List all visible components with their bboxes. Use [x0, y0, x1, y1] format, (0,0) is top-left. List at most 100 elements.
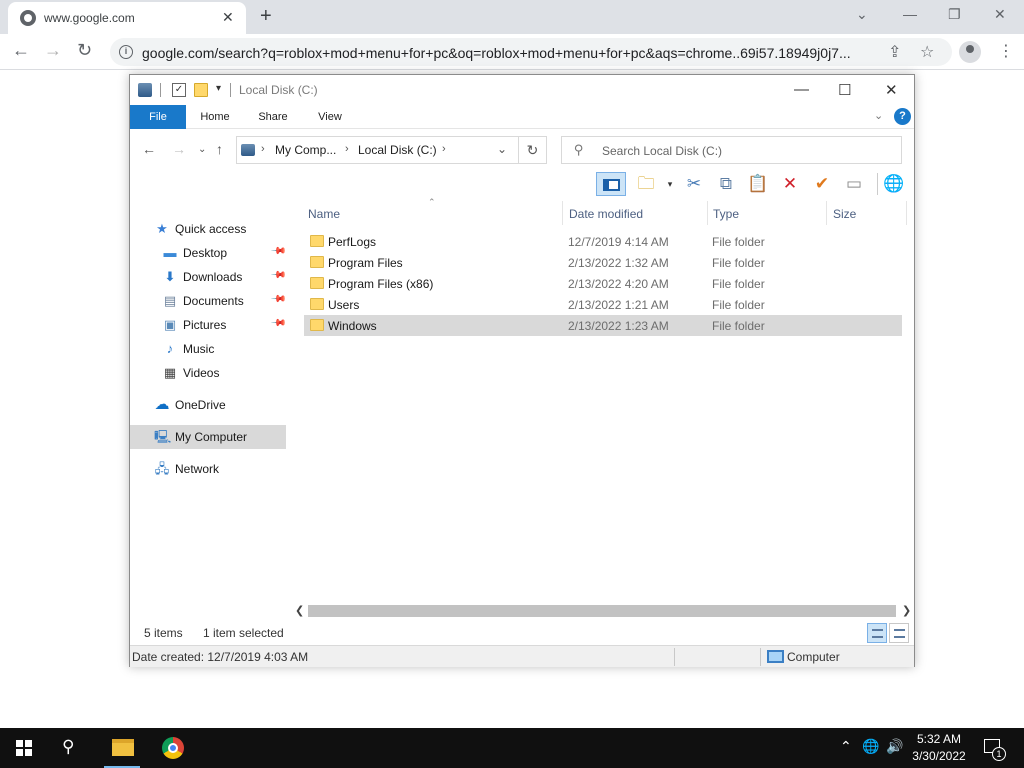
share-icon[interactable]: ⇪ — [888, 42, 901, 62]
column-type[interactable]: Type — [713, 207, 739, 221]
tab-share[interactable]: Share — [248, 105, 298, 129]
address-dropdown-icon[interactable]: ⌄ — [497, 142, 507, 156]
recent-locations-chevron-icon[interactable]: ⌄ — [198, 144, 206, 155]
pane-icon — [603, 179, 620, 191]
forward-arrow-icon[interactable]: → — [44, 40, 62, 61]
nav-my-computer[interactable]: 🖳 My Computer — [130, 425, 286, 449]
nav-label: Pictures — [183, 318, 227, 332]
column-name[interactable]: Name — [308, 207, 340, 221]
expand-ribbon-chevron-icon[interactable]: ⌄ — [874, 109, 883, 122]
nav-documents[interactable]: ▤ Documents 📌 — [130, 289, 287, 313]
checkmark-icon[interactable]: ✔ — [810, 172, 834, 196]
nav-onedrive[interactable]: ☁ OneDrive — [130, 393, 286, 417]
nav-network[interactable]: 🖧 Network — [130, 457, 286, 481]
divider[interactable] — [906, 201, 907, 225]
divider[interactable] — [707, 201, 708, 225]
nav-downloads[interactable]: ⬇ Downloads 📌 — [130, 265, 287, 289]
breadcrumb-my-computer[interactable]: My Comp... — [275, 143, 336, 157]
reload-icon[interactable]: ↻ — [77, 40, 92, 61]
file-name: Program Files — [328, 256, 403, 270]
folder-icon — [310, 298, 324, 310]
cut-icon[interactable]: ✂ — [682, 172, 706, 196]
file-explorer-taskbar-button[interactable] — [100, 728, 144, 768]
table-row[interactable]: Program Files 2/13/2022 1:32 AM File fol… — [304, 252, 902, 273]
table-row[interactable]: PerfLogs 12/7/2019 4:14 AM File folder — [304, 231, 902, 252]
url-text[interactable]: google.com/search?q=roblox+mod+menu+for+… — [142, 45, 882, 61]
horizontal-scrollbar[interactable]: ❮ ❯ — [292, 603, 914, 619]
network-globe-icon[interactable]: 🌐 — [862, 738, 879, 755]
nav-quick-access[interactable]: ★ Quick access — [130, 217, 286, 241]
table-row[interactable]: Program Files (x86) 2/13/2022 4:20 AM Fi… — [304, 273, 902, 294]
up-arrow-icon[interactable]: ↑ — [216, 141, 223, 157]
browser-restore-button[interactable]: ❐ — [948, 6, 961, 23]
breadcrumb-chevron-icon[interactable]: › — [345, 143, 349, 155]
quick-access-dropdown-icon[interactable]: ▾ — [216, 83, 221, 94]
chrome-taskbar-button[interactable] — [150, 728, 194, 768]
profile-avatar-icon[interactable] — [959, 41, 981, 63]
back-arrow-icon[interactable]: ← — [142, 141, 156, 157]
breadcrumb-chevron-icon[interactable]: › — [261, 143, 265, 155]
browser-tab[interactable]: www.google.com ✕ — [8, 2, 246, 34]
new-folder-button[interactable]: 🗀 — [634, 172, 658, 196]
maximize-button[interactable]: ☐ — [838, 81, 851, 99]
back-arrow-icon[interactable]: ← — [12, 40, 30, 61]
column-date-modified[interactable]: Date modified — [569, 207, 643, 221]
scroll-left-arrow-icon[interactable]: ❮ — [295, 604, 304, 617]
divider[interactable] — [826, 201, 827, 225]
nav-pictures[interactable]: ▣ Pictures 📌 — [130, 313, 287, 337]
browser-minimize-button[interactable]: — — [903, 6, 917, 22]
properties-check-icon[interactable]: ✓ — [172, 83, 186, 97]
pin-icon[interactable]: 📌 — [270, 291, 287, 308]
divider — [674, 648, 675, 666]
tab-home[interactable]: Home — [190, 105, 240, 129]
tab-view[interactable]: View — [306, 105, 354, 129]
refresh-button[interactable]: ↻ — [518, 136, 547, 164]
pin-icon[interactable]: 📌 — [270, 315, 287, 332]
copy-icon[interactable]: ⧉ — [714, 172, 738, 196]
file-name: Windows — [328, 319, 377, 333]
column-size[interactable]: Size — [833, 207, 856, 221]
table-row[interactable]: Windows 2/13/2022 1:23 AM File folder — [304, 315, 902, 336]
preview-pane-button[interactable] — [596, 172, 626, 196]
tab-file[interactable]: File — [130, 105, 186, 129]
search-icon[interactable]: ⚲ — [62, 737, 74, 757]
forward-arrow-icon[interactable]: → — [172, 141, 186, 157]
scrollbar-thumb[interactable] — [308, 605, 896, 617]
system-clock[interactable]: 5:32 AM 3/30/2022 — [896, 731, 982, 765]
explorer-address-bar[interactable]: › My Comp... › Local Disk (C:) › ⌄ — [236, 136, 547, 164]
paste-icon[interactable]: 📋 — [746, 172, 770, 196]
browser-close-button[interactable]: ✕ — [994, 6, 1006, 23]
new-tab-button[interactable]: + — [260, 5, 272, 28]
breadcrumb-chevron-icon[interactable]: › — [442, 143, 446, 155]
close-tab-icon[interactable]: ✕ — [222, 9, 234, 26]
rename-icon[interactable]: ▭ — [842, 172, 866, 196]
nav-music[interactable]: ♪ Music — [130, 337, 286, 361]
new-folder-icon[interactable] — [194, 83, 208, 97]
close-button[interactable]: ✕ — [885, 81, 898, 99]
nav-videos[interactable]: ▦ Videos — [130, 361, 286, 385]
search-box[interactable]: ⚲ Search Local Disk (C:) — [561, 136, 902, 164]
bookmark-star-icon[interactable]: ☆ — [920, 42, 934, 62]
windows-start-icon[interactable] — [16, 740, 32, 756]
nav-desktop[interactable]: ▬ Desktop 📌 — [130, 241, 287, 265]
pin-icon[interactable]: 📌 — [270, 243, 287, 260]
minimize-button[interactable]: — — [794, 81, 809, 98]
globe-icon — [20, 10, 36, 26]
browser-tab-strip: www.google.com ✕ + ⌄ — ❐ ✕ — [0, 0, 1024, 34]
more-menu-icon[interactable]: ⋮ — [998, 41, 1014, 61]
help-icon[interactable]: ? — [894, 108, 911, 125]
pin-icon[interactable]: 📌 — [270, 267, 287, 284]
info-icon[interactable]: i — [119, 45, 133, 59]
breadcrumb-local-disk[interactable]: Local Disk (C:) — [358, 143, 437, 157]
globe-icon[interactable]: 🌐 — [882, 172, 906, 196]
tab-search-chevron-icon[interactable]: ⌄ — [856, 6, 868, 23]
new-folder-dropdown-icon[interactable]: ▾ — [658, 172, 682, 196]
large-icons-view-button[interactable] — [889, 623, 909, 643]
table-row[interactable]: Users 2/13/2022 1:21 AM File folder — [304, 294, 902, 315]
details-view-button[interactable] — [867, 623, 887, 643]
address-bar[interactable]: i google.com/search?q=roblox+mod+menu+fo… — [110, 38, 952, 66]
delete-icon[interactable]: ✕ — [778, 172, 802, 196]
show-hidden-icons-chevron-icon[interactable]: ⌃ — [840, 738, 852, 755]
scroll-right-arrow-icon[interactable]: ❯ — [902, 604, 911, 617]
divider[interactable] — [562, 201, 563, 225]
